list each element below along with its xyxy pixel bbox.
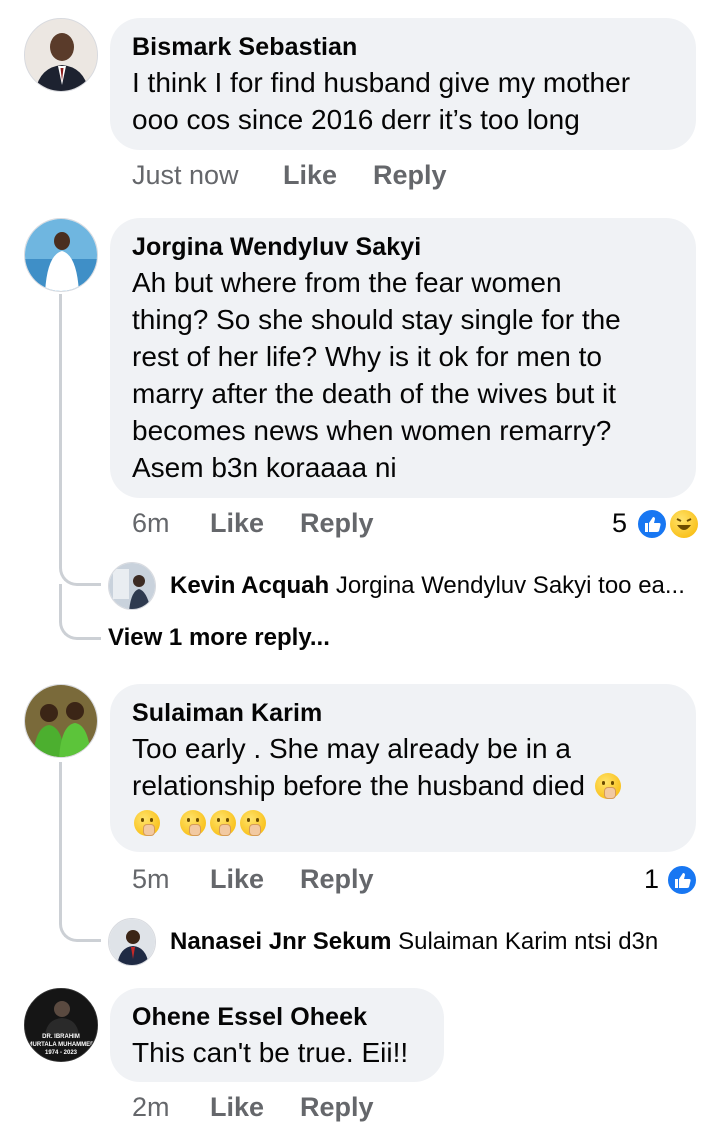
comment-author[interactable]: Sulaiman Karim bbox=[132, 696, 674, 730]
reaction-count[interactable]: 1 bbox=[644, 864, 659, 895]
person-photo-icon bbox=[109, 563, 155, 609]
comment-bubble: Jorgina Wendyluv Sakyi Ah but where from… bbox=[110, 218, 696, 498]
thread-connector bbox=[59, 584, 101, 640]
reaction-count[interactable]: 5 bbox=[612, 508, 627, 539]
person-photo-icon bbox=[109, 919, 155, 965]
comment-author[interactable]: Bismark Sebastian bbox=[132, 30, 674, 64]
reply-text: Jorgina Wendyluv Sakyi too ea... bbox=[335, 572, 685, 599]
comment-text-line: marry after the death of the wives but i… bbox=[132, 378, 617, 409]
avatar-sulaiman[interactable] bbox=[24, 684, 98, 758]
hand-over-mouth-emoji-icon bbox=[134, 810, 160, 836]
like-button[interactable]: Like bbox=[210, 508, 264, 539]
thread-line bbox=[59, 294, 62, 554]
reply-preview[interactable]: Kevin Acquah Jorgina Wendyluv Sakyi too … bbox=[170, 572, 685, 600]
comment-bubble: Sulaiman Karim Too early . She may alrea… bbox=[110, 684, 696, 852]
thread-connector bbox=[59, 906, 101, 942]
avatar-ohene[interactable]: DR. IBRAHIM MURTALA MUHAMMED 1974 - 2023 bbox=[24, 988, 98, 1062]
comment-text-line: Asem b3n koraaaa ni bbox=[132, 452, 397, 483]
haha-icon bbox=[668, 508, 700, 540]
comment-text-line: ooo cos since 2016 derr it’s too long bbox=[132, 104, 580, 135]
avatar-nanasei[interactable] bbox=[108, 918, 156, 966]
hand-over-mouth-emoji-icon bbox=[594, 773, 621, 799]
person-photo-icon bbox=[25, 19, 97, 91]
reply-button[interactable]: Reply bbox=[300, 864, 374, 895]
thread-connector bbox=[59, 552, 101, 586]
avatar-caption-line: MURTALA MUHAMMED bbox=[27, 1042, 95, 1048]
comment-bubble: Bismark Sebastian I think I for find hus… bbox=[110, 18, 696, 150]
reply-author[interactable]: Kevin Acquah bbox=[170, 572, 329, 599]
hand-over-mouth-emoji-icon bbox=[179, 810, 206, 836]
avatar-caption-line: DR. IBRAHIM bbox=[42, 1034, 80, 1040]
view-more-replies-link[interactable]: View 1 more reply... bbox=[108, 624, 330, 652]
person-photo-icon bbox=[25, 685, 97, 757]
like-button[interactable]: Like bbox=[283, 160, 337, 191]
like-icon bbox=[636, 508, 668, 540]
comment-text-line: thing? So she should stay single for the bbox=[132, 304, 621, 335]
like-button[interactable]: Like bbox=[210, 864, 264, 895]
avatar-bismark[interactable] bbox=[24, 18, 98, 92]
reply-button[interactable]: Reply bbox=[300, 1092, 374, 1123]
reply-button[interactable]: Reply bbox=[373, 160, 447, 191]
comment-author[interactable]: Jorgina Wendyluv Sakyi bbox=[132, 230, 674, 264]
thread-line bbox=[59, 762, 62, 912]
comment-text-line: relationship before the husband died bbox=[132, 770, 586, 801]
comment-text-line: Ah but where from the fear women bbox=[132, 267, 562, 298]
comment-author[interactable]: Ohene Essel Oheek bbox=[132, 1000, 422, 1034]
comment-timestamp[interactable]: 5m bbox=[132, 864, 170, 895]
person-photo-icon bbox=[25, 219, 97, 291]
hand-over-mouth-emoji-icon bbox=[239, 810, 266, 836]
comment-timestamp[interactable]: Just now bbox=[132, 160, 239, 191]
comment-text-line: This can't be true. Eii!! bbox=[132, 1037, 409, 1068]
reply-preview[interactable]: Nanasei Jnr Sekum Sulaiman Karim ntsi d3… bbox=[170, 928, 658, 956]
comment-text-line: becomes news when women remarry? bbox=[132, 415, 612, 446]
comment-timestamp[interactable]: 2m bbox=[132, 1092, 170, 1123]
hand-over-mouth-emoji-icon bbox=[209, 810, 236, 836]
reply-text: Sulaiman Karim ntsi d3n bbox=[398, 928, 659, 955]
reply-author[interactable]: Nanasei Jnr Sekum bbox=[170, 928, 391, 955]
like-icon bbox=[666, 864, 698, 896]
comment-text-line: Too early . She may already be in a bbox=[132, 733, 571, 764]
emoji-row bbox=[132, 804, 674, 841]
comment-text-row: relationship before the husband died bbox=[132, 767, 674, 804]
comment-timestamp[interactable]: 6m bbox=[132, 508, 170, 539]
avatar-caption: DR. IBRAHIM MURTALA MUHAMMED 1974 - 2023 bbox=[25, 1033, 97, 1057]
comment-text-line: I think I for find husband give my mothe… bbox=[132, 67, 631, 98]
avatar-caption-line: 1974 - 2023 bbox=[44, 1050, 78, 1056]
comment-text-line: rest of her life? Why is it ok for men t… bbox=[132, 341, 602, 372]
like-button[interactable]: Like bbox=[210, 1092, 264, 1123]
comment-bubble: Ohene Essel Oheek This can't be true. Ei… bbox=[110, 988, 444, 1082]
avatar-jorgina[interactable] bbox=[24, 218, 98, 292]
avatar-kevin[interactable] bbox=[108, 562, 156, 610]
reply-button[interactable]: Reply bbox=[300, 508, 374, 539]
